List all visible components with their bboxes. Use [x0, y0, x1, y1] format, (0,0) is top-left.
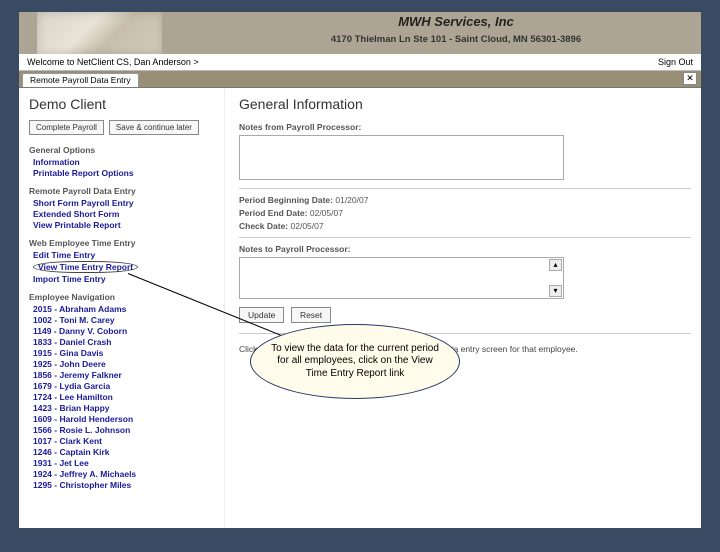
label-notes-from: Notes from Payroll Processor:: [239, 122, 691, 132]
employee-link[interactable]: 1724 - Lee Hamilton: [33, 392, 216, 402]
value-period-begin: 01/20/07: [335, 195, 368, 205]
value-period-end: 02/05/07: [310, 208, 343, 218]
label-period-end: Period End Date:: [239, 208, 307, 218]
employee-link[interactable]: 1295 - Christopher Miles: [33, 480, 216, 490]
banner: MWH Services, Inc 4170 Thielman Ln Ste 1…: [19, 12, 701, 54]
link-short-form-payroll-entry[interactable]: Short Form Payroll Entry: [33, 198, 216, 208]
employee-link[interactable]: 2015 - Abraham Adams: [33, 304, 216, 314]
notes-to-processor-input[interactable]: ▴ ▾: [239, 257, 564, 299]
link-import-time-entry[interactable]: Import Time Entry: [33, 274, 216, 284]
scroll-up-icon[interactable]: ▴: [549, 259, 562, 271]
employee-link[interactable]: 1925 - John Deere: [33, 359, 216, 369]
complete-payroll-button[interactable]: Complete Payroll: [29, 120, 104, 135]
employee-link[interactable]: 1679 - Lydia Garcia: [33, 381, 216, 391]
reset-button[interactable]: Reset: [291, 307, 331, 323]
close-icon[interactable]: ✕: [683, 72, 697, 85]
right-panel: General Information Notes from Payroll P…: [225, 88, 701, 528]
notes-from-processor-box: [239, 135, 564, 180]
employee-link[interactable]: 1002 - Toni M. Carey: [33, 315, 216, 325]
employee-link[interactable]: 1915 - Gina Davis: [33, 348, 216, 358]
employee-link[interactable]: 1149 - Danny V. Coborn: [33, 326, 216, 336]
tutorial-callout: To view the data for the current period …: [250, 324, 460, 399]
group-rpde: Remote Payroll Data Entry: [29, 186, 216, 196]
label-period-begin: Period Beginning Date:: [239, 195, 333, 205]
group-general-options: General Options: [29, 145, 216, 155]
app-frame: MWH Services, Inc 4170 Thielman Ln Ste 1…: [19, 12, 701, 528]
banner-image: [37, 12, 162, 54]
value-check-date: 02/05/07: [291, 221, 324, 231]
save-continue-button[interactable]: Save & continue later: [109, 120, 199, 135]
tab-bar: Remote Payroll Data Entry ✕: [19, 71, 701, 88]
company-name: MWH Services, Inc: [211, 14, 701, 29]
link-view-time-entry-report[interactable]: View Time Entry Report: [33, 261, 216, 273]
employee-link[interactable]: 1609 - Harold Henderson: [33, 414, 216, 424]
employee-link[interactable]: 1423 - Brian Happy: [33, 403, 216, 413]
scroll-down-icon[interactable]: ▾: [549, 285, 562, 297]
link-printable-report-options[interactable]: Printable Report Options: [33, 168, 216, 178]
welcome-text: Welcome to NetClient CS, Dan Anderson >: [27, 57, 199, 67]
client-name: Demo Client: [29, 96, 216, 112]
employee-link[interactable]: 1566 - Rosie L. Johnson: [33, 425, 216, 435]
link-extended-short-form[interactable]: Extended Short Form: [33, 209, 216, 219]
employee-link[interactable]: 1833 - Daniel Crash: [33, 337, 216, 347]
label-notes-to: Notes to Payroll Processor:: [239, 244, 691, 254]
workarea: Demo Client Complete Payroll Save & cont…: [19, 88, 701, 528]
employee-link[interactable]: 1924 - Jeffrey A. Michaels: [33, 469, 216, 479]
welcome-bar: Welcome to NetClient CS, Dan Anderson > …: [19, 54, 701, 71]
employee-link[interactable]: 1017 - Clark Kent: [33, 436, 216, 446]
employee-link[interactable]: 1246 - Captain Kirk: [33, 447, 216, 457]
sign-out-link[interactable]: Sign Out: [658, 57, 693, 67]
link-edit-time-entry[interactable]: Edit Time Entry: [33, 250, 216, 260]
employee-list: 2015 - Abraham Adams 1002 - Toni M. Care…: [29, 304, 216, 490]
group-wete: Web Employee Time Entry: [29, 238, 216, 248]
employee-link[interactable]: 1931 - Jet Lee: [33, 458, 216, 468]
left-panel: Demo Client Complete Payroll Save & cont…: [19, 88, 225, 528]
link-information[interactable]: Information: [33, 157, 216, 167]
link-view-printable-report[interactable]: View Printable Report: [33, 220, 216, 230]
company-address: 4170 Thielman Ln Ste 101 - Saint Cloud, …: [211, 34, 701, 45]
employee-link[interactable]: 1856 - Jeremy Falkner: [33, 370, 216, 380]
tab-remote-payroll[interactable]: Remote Payroll Data Entry: [22, 73, 139, 87]
page-title: General Information: [239, 96, 691, 112]
label-check-date: Check Date:: [239, 221, 288, 231]
